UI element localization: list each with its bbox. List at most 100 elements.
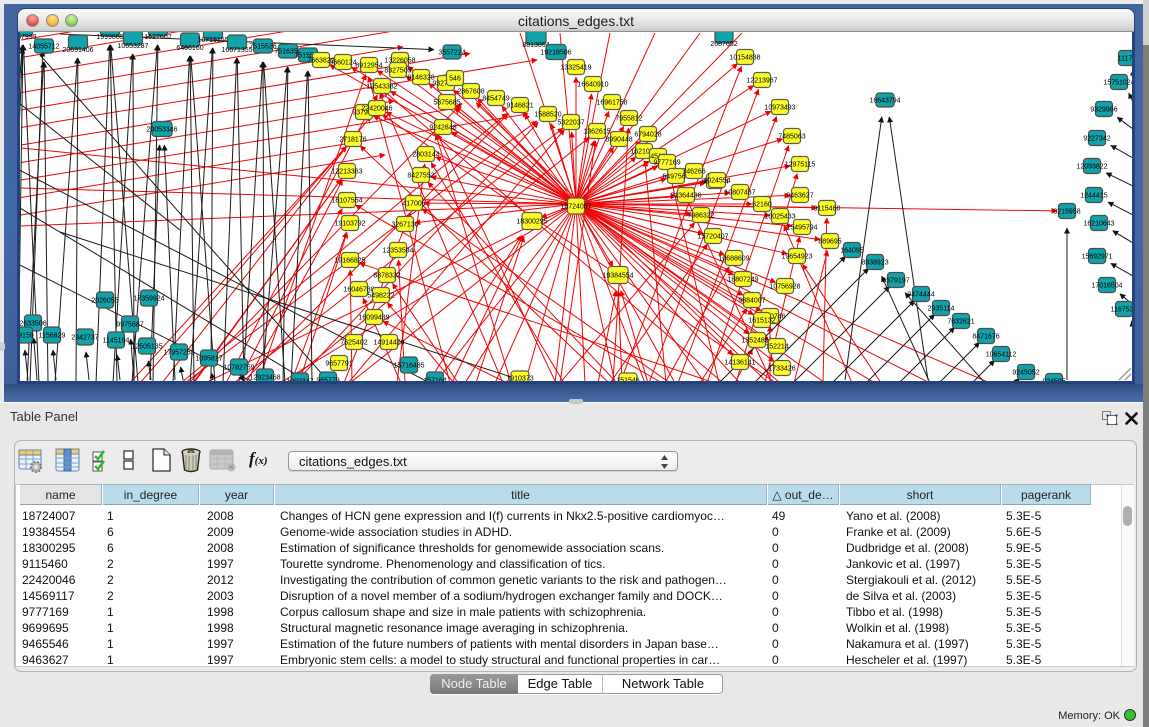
svg-text:8878332: 8878332 (373, 273, 400, 280)
svg-text:12923468: 12923468 (249, 375, 280, 382)
svg-text:9329966: 9329966 (1090, 107, 1117, 114)
svg-text:39159: 39159 (20, 333, 34, 340)
svg-text:2942737: 2942737 (71, 335, 98, 342)
svg-text:152214: 152214 (765, 344, 788, 351)
svg-text:16107554: 16107554 (331, 198, 362, 205)
svg-text:16210643: 16210643 (1083, 221, 1114, 228)
svg-text:10154838: 10154838 (729, 55, 760, 62)
svg-text:10973493: 10973493 (764, 105, 795, 112)
svg-text:1024554: 1024554 (703, 178, 730, 185)
svg-text:5322037: 5322037 (557, 120, 584, 127)
svg-text:2026055: 2026055 (91, 298, 118, 305)
svg-text:21364436: 21364436 (670, 193, 701, 200)
svg-text:8471676: 8471676 (972, 334, 999, 341)
svg-text:6466160: 6466160 (176, 45, 203, 52)
svg-text:924505: 924505 (1042, 379, 1065, 382)
svg-text:7632621: 7632621 (947, 319, 974, 326)
svg-text:1733426: 1733426 (768, 366, 795, 373)
svg-text:1145194: 1145194 (103, 338, 130, 345)
svg-text:1362615: 1362615 (583, 129, 610, 136)
svg-text:9463627: 9463627 (786, 193, 813, 200)
svg-text:7485063: 7485063 (778, 134, 805, 141)
svg-text:417006: 417006 (402, 201, 425, 208)
svg-text:2803144: 2803144 (412, 152, 439, 159)
svg-text:16643794: 16643794 (869, 98, 900, 105)
svg-text:10688609: 10688609 (718, 256, 749, 263)
svg-text:5498222: 5498222 (367, 293, 394, 300)
svg-text:10653287: 10653287 (117, 43, 148, 50)
svg-text:8427552: 8427552 (407, 173, 434, 180)
svg-text:20053346: 20053346 (146, 127, 177, 134)
svg-text:157164: 157164 (423, 378, 446, 382)
svg-text:15692971: 15692971 (1081, 254, 1112, 261)
svg-text:16671355: 16671355 (221, 47, 252, 54)
svg-text:1999805: 1999805 (96, 34, 123, 41)
svg-text:3557224: 3557224 (438, 50, 465, 57)
svg-text:12093822: 12093822 (1076, 164, 1107, 171)
svg-text:17359924: 17359924 (133, 296, 164, 303)
svg-text:7515526: 7515526 (249, 44, 276, 51)
svg-text:889695: 889695 (818, 239, 841, 246)
svg-text:12505135: 12505135 (131, 344, 162, 351)
svg-text:1588520: 1588520 (534, 112, 561, 119)
svg-text:17016504: 17016504 (1091, 283, 1122, 290)
svg-text:9657791: 9657791 (325, 361, 352, 368)
svg-text:7625402: 7625402 (340, 340, 367, 347)
svg-text:8146328: 8146328 (407, 75, 434, 82)
svg-text:19103792: 19103792 (334, 221, 365, 228)
svg-text:1615132: 1615132 (748, 318, 775, 325)
svg-text:9242848: 9242848 (429, 125, 456, 132)
svg-text:6379197: 6379197 (882, 278, 909, 285)
svg-text:18300295: 18300295 (516, 219, 547, 226)
svg-text:13325419: 13325419 (560, 65, 591, 72)
svg-text:164095: 164095 (840, 248, 863, 255)
svg-text:2867608: 2867608 (457, 89, 484, 96)
svg-text:9777169: 9777169 (653, 160, 680, 167)
svg-text:7986322: 7986322 (687, 213, 714, 220)
svg-text:8938923: 8938923 (861, 260, 888, 267)
svg-text:11172: 11172 (1118, 56, 1132, 63)
svg-text:9884007: 9884007 (738, 298, 765, 305)
svg-text:1527602: 1527602 (144, 34, 171, 41)
svg-text:15720407: 15720407 (697, 234, 728, 241)
svg-text:10782759: 10782759 (223, 365, 254, 372)
svg-text:16099489: 16099489 (358, 315, 389, 322)
svg-text:8327509: 8327509 (384, 68, 411, 75)
svg-text:18807249: 18807249 (727, 277, 758, 284)
svg-text:20691406: 20691406 (62, 47, 93, 54)
svg-text:19654923: 19654923 (781, 254, 812, 261)
svg-text:19218506: 19218506 (540, 50, 571, 57)
svg-text:1156829: 1156829 (39, 333, 66, 340)
svg-text:19384554: 19384554 (602, 273, 633, 280)
svg-text:15716485: 15716485 (393, 363, 424, 370)
svg-text:15495794: 15495794 (786, 225, 817, 232)
svg-text:1910373: 1910373 (506, 376, 533, 382)
svg-text:22420046: 22420046 (361, 106, 392, 113)
svg-text:1167533: 1167533 (1111, 307, 1132, 314)
svg-text:8912954: 8912954 (355, 63, 382, 70)
svg-text:151546: 151546 (616, 378, 639, 382)
svg-text:10025433: 10025433 (764, 214, 795, 221)
svg-text:10543382: 10543382 (366, 84, 397, 91)
svg-text:8215958: 8215958 (1053, 209, 1080, 216)
svg-text:9474444: 9474444 (907, 292, 934, 299)
svg-text:10719155: 10719155 (197, 37, 228, 44)
svg-text:8454749: 8454749 (482, 96, 509, 103)
svg-text:12353594: 12353594 (382, 248, 413, 255)
svg-text:10807487: 10807487 (724, 190, 755, 197)
svg-text:1095817: 1095817 (195, 356, 222, 363)
svg-text:18724007: 18724007 (560, 204, 591, 211)
svg-text:14914479: 14914479 (373, 340, 404, 347)
svg-text:746266: 746266 (682, 169, 705, 176)
svg-text:9227342: 9227342 (1083, 136, 1110, 143)
svg-text:19166825: 19166825 (334, 258, 365, 265)
svg-text:62160: 62160 (752, 202, 772, 209)
svg-text:12975115: 12975115 (785, 162, 816, 169)
svg-text:9146821: 9146821 (506, 103, 533, 110)
svg-text:9245052: 9245052 (1012, 370, 1039, 377)
svg-text:1292347: 1292347 (286, 379, 313, 382)
svg-text:16640910: 16640910 (577, 82, 608, 89)
svg-text:10654112: 10654112 (986, 352, 1017, 359)
svg-text:9115460: 9115460 (814, 206, 841, 213)
svg-text:14055712: 14055712 (28, 44, 59, 51)
